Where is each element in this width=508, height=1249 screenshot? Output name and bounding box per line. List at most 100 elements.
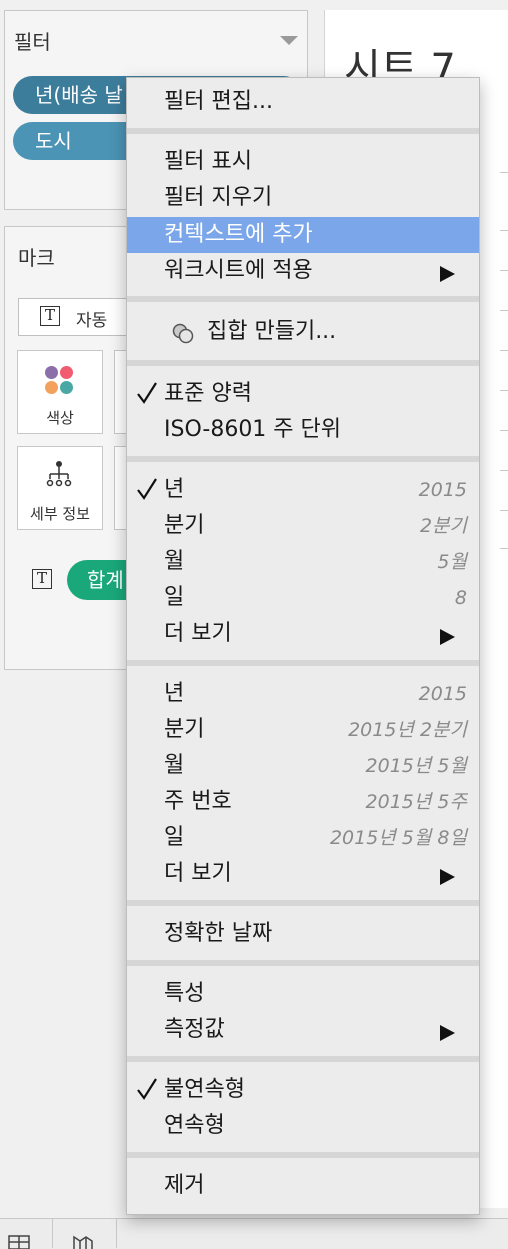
- menu-item-value: 5월: [437, 551, 467, 573]
- menu-item-show-filter[interactable]: 필터 표시: [127, 144, 479, 180]
- menu-item-continuous-year[interactable]: 년 2015: [127, 676, 479, 712]
- menu-item-label: 일: [164, 825, 185, 850]
- detail-label: 세부 정보: [30, 505, 90, 523]
- menu-item-value: 2015년 5주: [365, 791, 467, 813]
- menu-item-label: 주 번호: [164, 789, 232, 814]
- row-divider: [500, 172, 508, 173]
- menu-separator: [127, 456, 479, 462]
- row-divider: [500, 270, 508, 271]
- row-divider: [500, 390, 508, 391]
- menu-item-value: 2015: [418, 683, 467, 705]
- menu-item-label: ISO-8601 주 단위: [164, 417, 342, 442]
- menu-separator: [127, 900, 479, 906]
- menu-item-standard-calendar[interactable]: 표준 양력: [127, 376, 479, 412]
- menu-item-value: 2015년 5월: [365, 755, 467, 777]
- menu-item-edit-filter[interactable]: 필터 편집...: [127, 84, 479, 120]
- menu-item-label: 집합 만들기...: [207, 319, 337, 344]
- menu-item-remove[interactable]: 제거: [127, 1168, 479, 1204]
- menu-item-continuous-quarter[interactable]: 분기 2015년 2분기: [127, 712, 479, 748]
- menu-item-continuous[interactable]: 연속형: [127, 1108, 479, 1144]
- row-divider: [500, 510, 508, 511]
- hierarchy-icon: [46, 461, 72, 487]
- new-dashboard-icon: [73, 1235, 93, 1249]
- text-mark-icon: T: [40, 306, 60, 326]
- menu-item-label: 정확한 날짜: [164, 921, 273, 946]
- color-dot: [45, 381, 58, 394]
- menu-separator: [127, 660, 479, 666]
- row-divider: [500, 230, 508, 231]
- menu-item-label: 워크시트에 적용: [164, 258, 313, 283]
- menu-item-label: 연속형: [164, 1113, 225, 1138]
- row-divider: [500, 350, 508, 351]
- new-dashboard-tab[interactable]: [52, 1219, 117, 1249]
- color-dots-icon: [45, 366, 58, 379]
- menu-item-label: 측정값: [164, 1017, 225, 1042]
- new-worksheet-tab[interactable]: [0, 1219, 53, 1249]
- menu-separator: [127, 296, 479, 302]
- menu-item-value: 2015년 5월 8일: [329, 827, 467, 849]
- checkmark-icon: [137, 382, 157, 404]
- menu-item-continuous-day[interactable]: 일 2015년 5월 8일: [127, 820, 479, 856]
- menu-item-exact-date[interactable]: 정확한 날짜: [127, 916, 479, 952]
- menu-item-label: 월: [164, 549, 185, 574]
- menu-item-label: 년: [164, 681, 185, 706]
- menu-item-discrete-quarter[interactable]: 분기 2분기: [127, 508, 479, 544]
- menu-item-continuous-more[interactable]: 더 보기: [127, 856, 479, 892]
- menu-item-label: 일: [164, 585, 185, 610]
- menu-separator: [127, 960, 479, 966]
- menu-item-discrete-year[interactable]: 년 2015: [127, 472, 479, 508]
- submenu-arrow-icon: [440, 869, 455, 885]
- menu-item-apply-to-worksheets[interactable]: 워크시트에 적용: [127, 253, 479, 289]
- menu-item-continuous-month[interactable]: 월 2015년 5월: [127, 748, 479, 784]
- menu-item-value: 2분기: [419, 515, 467, 537]
- menu-item-continuous-week[interactable]: 주 번호 2015년 5주: [127, 784, 479, 820]
- menu-separator: [127, 1056, 479, 1062]
- menu-item-value: 2015: [418, 479, 467, 501]
- menu-item-label: 더 보기: [164, 861, 232, 886]
- row-divider: [500, 310, 508, 311]
- menu-item-measure[interactable]: 측정값: [127, 1012, 479, 1048]
- menu-item-iso-week[interactable]: ISO-8601 주 단위: [127, 412, 479, 448]
- chevron-down-icon[interactable]: [280, 36, 298, 45]
- menu-item-discrete-more[interactable]: 더 보기: [127, 616, 479, 652]
- menu-item-label: 월: [164, 753, 185, 778]
- mark-type-label: 자동: [76, 311, 108, 331]
- set-icon: [172, 323, 194, 344]
- menu-item-discrete[interactable]: 불연속형: [127, 1072, 479, 1108]
- menu-item-label: 필터 표시: [164, 149, 252, 174]
- submenu-arrow-icon: [440, 1025, 455, 1041]
- menu-item-value: 2015년 2분기: [348, 719, 467, 741]
- menu-item-label: 불연속형: [164, 1077, 245, 1102]
- row-divider: [500, 548, 508, 549]
- menu-separator: [127, 128, 479, 134]
- color-dot: [60, 381, 73, 394]
- marks-title: 마크: [18, 246, 55, 270]
- menu-separator: [127, 360, 479, 366]
- menu-item-discrete-month[interactable]: 월 5월: [127, 544, 479, 580]
- menu-item-add-to-context[interactable]: 컨텍스트에 추가: [127, 217, 479, 253]
- color-label: 색상: [46, 409, 74, 427]
- submenu-arrow-icon: [440, 266, 455, 282]
- menu-item-label: 분기: [164, 717, 205, 742]
- new-worksheet-icon: [8, 1235, 30, 1249]
- menu-item-label: 특성: [164, 981, 205, 1006]
- row-divider: [500, 430, 508, 431]
- filters-title: 필터: [14, 30, 51, 54]
- menu-item-label: 표준 양력: [164, 381, 252, 406]
- menu-item-create-set[interactable]: 집합 만들기...: [127, 314, 479, 350]
- row-divider: [500, 470, 508, 471]
- color-dot: [60, 366, 73, 379]
- text-encoding-icon: T: [32, 569, 52, 589]
- menu-item-label: 컨텍스트에 추가: [164, 222, 313, 247]
- submenu-arrow-icon: [440, 629, 455, 645]
- menu-separator: [127, 1152, 479, 1158]
- menu-item-discrete-day[interactable]: 일 8: [127, 580, 479, 616]
- menu-item-clear-filter[interactable]: 필터 지우기: [127, 180, 479, 216]
- menu-item-attribute[interactable]: 특성: [127, 976, 479, 1012]
- menu-item-label: 분기: [164, 513, 205, 538]
- menu-item-value: 8: [454, 587, 467, 609]
- menu-item-label: 필터 지우기: [164, 185, 273, 210]
- menu-item-label: 더 보기: [164, 621, 232, 646]
- checkmark-icon: [137, 478, 157, 500]
- menu-item-label: 필터 편집...: [164, 89, 273, 114]
